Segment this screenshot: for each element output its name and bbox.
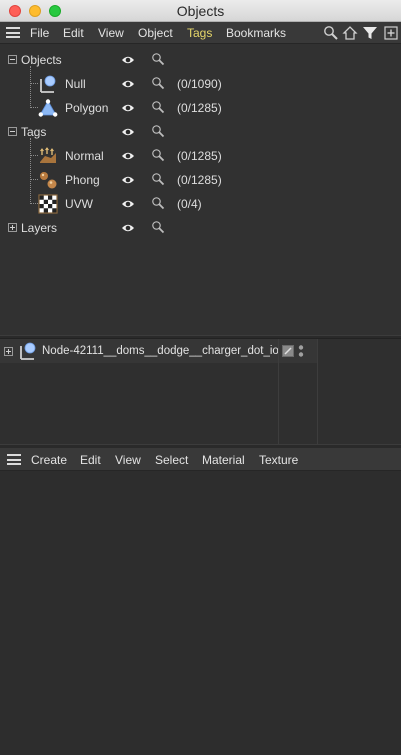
tree-row-normal[interactable]: Normal (0/1285) xyxy=(0,144,401,168)
menu-tags[interactable]: Tags xyxy=(187,26,212,40)
magnifier-icon[interactable] xyxy=(151,196,165,210)
menu-bar: File Edit View Object Tags Bookmarks xyxy=(0,22,401,44)
menu-material[interactable]: Material xyxy=(202,453,245,467)
column-divider xyxy=(278,339,279,444)
tree-row-tags[interactable]: Tags xyxy=(0,120,401,144)
magnifier-icon[interactable] xyxy=(151,148,165,162)
magnifier-icon[interactable] xyxy=(151,124,165,138)
item-label: Null xyxy=(65,77,86,91)
filter-icon[interactable] xyxy=(362,25,378,41)
menu-create[interactable]: Create xyxy=(31,453,67,467)
polygon-object-icon xyxy=(38,99,58,117)
object-list-panel: Node-42111__doms__dodge__charger_dot_io xyxy=(0,339,401,444)
collapse-toggle[interactable] xyxy=(8,127,17,136)
search-icon[interactable] xyxy=(323,25,339,41)
visibility-eye-icon[interactable] xyxy=(121,102,135,114)
edit-tag-icon[interactable] xyxy=(282,345,294,357)
visibility-eye-icon[interactable] xyxy=(121,174,135,186)
visibility-eye-icon[interactable] xyxy=(121,126,135,138)
magnifier-icon[interactable] xyxy=(151,172,165,186)
magnifier-icon[interactable] xyxy=(151,220,165,234)
status-dots-icon[interactable] xyxy=(298,344,304,358)
tree-row-polygon[interactable]: Polygon (0/1285) xyxy=(0,96,401,120)
object-manager: Objects Null (0/1090) Polygon (0/1285) T… xyxy=(0,44,401,335)
hamburger-menu-icon[interactable] xyxy=(6,27,20,38)
item-count: (0/1285) xyxy=(177,149,222,163)
tree-row-layers[interactable]: Layers xyxy=(0,216,401,240)
tree-row-phong[interactable]: Phong (0/1285) xyxy=(0,168,401,192)
tree-row-objects[interactable]: Objects xyxy=(0,48,401,72)
tree-row-node[interactable]: Node-42111__doms__dodge__charger_dot_io xyxy=(0,339,318,363)
phong-tag-icon xyxy=(40,172,57,189)
material-menu-bar: Create Edit View Select Material Texture xyxy=(0,448,401,471)
menu-view[interactable]: View xyxy=(115,453,141,467)
visibility-eye-icon[interactable] xyxy=(121,222,135,234)
menu-object[interactable]: Object xyxy=(138,26,173,40)
window-title: Objects xyxy=(176,3,225,19)
null-object-icon xyxy=(40,75,56,93)
folder-label: Tags xyxy=(21,125,47,139)
normal-tag-icon xyxy=(40,147,56,163)
item-count: (0/4) xyxy=(177,197,202,211)
magnifier-icon[interactable] xyxy=(151,76,165,90)
menu-texture[interactable]: Texture xyxy=(259,453,298,467)
folder-label: Objects xyxy=(21,53,62,67)
home-icon[interactable] xyxy=(342,25,358,41)
collapse-toggle[interactable] xyxy=(8,55,17,64)
item-count: (0/1090) xyxy=(177,77,222,91)
node-label: Node-42111__doms__dodge__charger_dot_io xyxy=(42,345,279,357)
new-window-icon[interactable] xyxy=(383,25,399,41)
material-manager-area[interactable] xyxy=(0,471,401,755)
folder-label: Layers xyxy=(21,221,58,235)
column-divider xyxy=(317,339,318,444)
menu-edit[interactable]: Edit xyxy=(80,453,101,467)
item-count: (0/1285) xyxy=(177,101,222,115)
uvw-tag-icon xyxy=(38,194,58,214)
item-label: Normal xyxy=(65,149,104,163)
visibility-eye-icon[interactable] xyxy=(121,54,135,66)
title-bar: Objects xyxy=(0,0,401,22)
visibility-eye-icon[interactable] xyxy=(121,78,135,90)
hamburger-menu-icon[interactable] xyxy=(7,454,21,465)
menu-edit[interactable]: Edit xyxy=(63,26,84,40)
null-object-icon xyxy=(20,342,36,360)
item-label: UVW xyxy=(65,197,93,211)
magnifier-icon[interactable] xyxy=(151,100,165,114)
tree-row-null[interactable]: Null (0/1090) xyxy=(0,72,401,96)
item-label: Phong xyxy=(65,173,100,187)
item-label: Polygon xyxy=(65,101,109,115)
item-count: (0/1285) xyxy=(177,173,222,187)
menu-file[interactable]: File xyxy=(30,26,49,40)
visibility-eye-icon[interactable] xyxy=(121,150,135,162)
expand-toggle[interactable] xyxy=(4,347,13,356)
menu-bookmarks[interactable]: Bookmarks xyxy=(226,26,286,40)
menu-select[interactable]: Select xyxy=(155,453,188,467)
expand-toggle[interactable] xyxy=(8,223,17,232)
menu-view[interactable]: View xyxy=(98,26,124,40)
magnifier-icon[interactable] xyxy=(151,52,165,66)
visibility-eye-icon[interactable] xyxy=(121,198,135,210)
tree-row-uvw[interactable]: UVW (0/4) xyxy=(0,192,401,216)
